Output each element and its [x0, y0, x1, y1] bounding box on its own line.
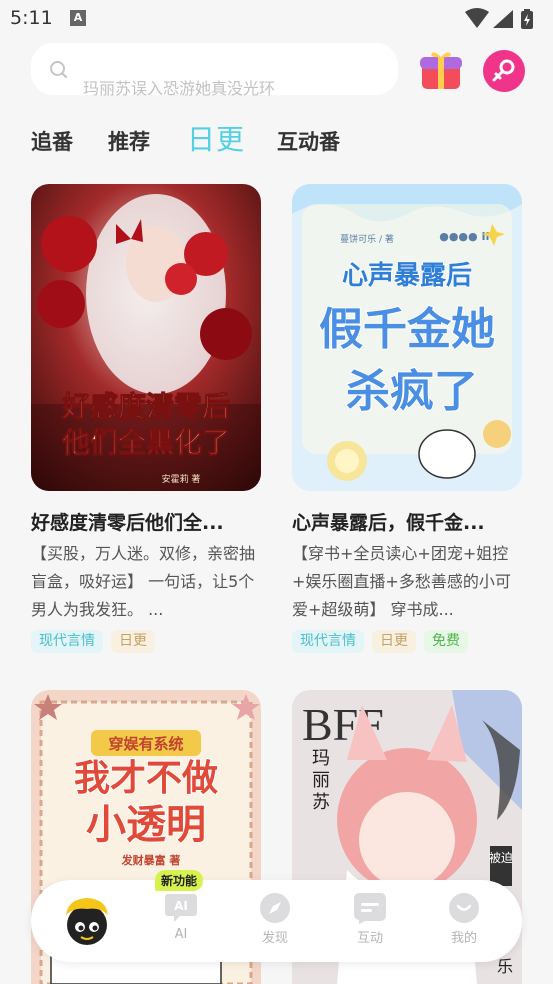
cover-status: ●●●● IN — [439, 230, 495, 243]
status-icons — [465, 8, 533, 29]
book-cover[interactable]: 蔓饼可乐 / 著 ●●●● IN 心声暴露后 假千金她 杀疯了 — [292, 184, 522, 491]
status-time: 5:11 — [10, 7, 53, 29]
cover-title-line-1: 我才不做 — [74, 758, 218, 799]
tag-genre: 现代言情 — [292, 630, 364, 653]
book-description: 【穿书+全员读心+团宠+姐控+娱乐圈直播+多愁善感的小可爱+超级萌】 穿书成..… — [292, 544, 511, 619]
tab-interactive[interactable]: 互动番 — [277, 126, 340, 156]
nav-ai[interactable]: AI AI — [146, 892, 216, 942]
profile-icon[interactable] — [483, 50, 525, 92]
cover-title-line-3: 杀疯了 — [346, 366, 478, 417]
book-cover[interactable]: 好感度清零后 他们全黑化了 安霍莉 著 — [31, 184, 261, 491]
book-title[interactable]: 好感度清零后他们全... — [31, 508, 261, 535]
book-card[interactable]: 好感度清零后 他们全黑化了 安霍莉 著 好感度清零后他们全... 【买股，万人迷… — [31, 184, 261, 664]
cover-side-text-2: 乐 — [497, 957, 513, 976]
tab-follow[interactable]: 追番 — [31, 126, 73, 156]
cover-art: 好感度清零后 他们全黑化了 安霍莉 著 — [31, 184, 261, 491]
cover-title-line-1: 心声暴露后 — [342, 261, 472, 291]
user-icon — [492, 59, 515, 82]
cover-title-line-2: 假千金她 — [319, 304, 495, 355]
nav-ai-label: AI — [174, 927, 188, 942]
book-title[interactable]: 心声暴露后，假千金... — [292, 508, 522, 535]
cover-side-text: 被迫 — [489, 851, 513, 865]
tab-daily[interactable]: 日更 — [187, 118, 245, 158]
discover-icon — [260, 893, 290, 923]
me-icon — [449, 893, 479, 923]
battery-icon — [521, 9, 533, 29]
tab-recommend[interactable]: 推荐 — [108, 126, 150, 156]
cover-title-line-2: 小透明 — [86, 802, 206, 848]
signal-icon — [493, 10, 513, 28]
search-placeholder: 玛丽苏误入恐游她真没光环 — [83, 79, 276, 98]
search-icon — [50, 61, 67, 78]
cover-author: 蔓饼可乐 / 著 — [340, 233, 394, 245]
cover-art: 蔓饼可乐 / 著 ●●●● IN 心声暴露后 假千金她 杀疯了 — [292, 184, 522, 491]
nav-discover-label: 发现 — [261, 931, 288, 946]
tag-daily: 日更 — [111, 630, 155, 653]
notification-icon: A — [70, 10, 86, 26]
cover-title-char-2: 丽 — [312, 770, 330, 791]
nav-me[interactable]: 我的 — [429, 892, 499, 946]
book-card[interactable]: 蔓饼可乐 / 著 ●●●● IN 心声暴露后 假千金她 杀疯了 心声暴露后，假千… — [292, 184, 522, 664]
nav-interact-label: 互动 — [356, 931, 383, 946]
new-feature-badge: 新功能 — [155, 870, 204, 891]
tag-daily: 日更 — [372, 630, 416, 653]
cover-title-line-1: 好感度清零后 — [61, 391, 230, 423]
nav-interact[interactable]: 互动 — [335, 892, 405, 946]
nav-me-label: 我的 — [450, 931, 477, 946]
cover-title-char-1: 玛 — [312, 748, 330, 769]
interact-icon — [354, 893, 386, 924]
wifi-icon — [465, 8, 489, 28]
status-bar: 5:11 A — [0, 0, 553, 38]
nav-discover[interactable]: 发现 — [240, 892, 310, 946]
book-tags: 现代言情 日更 免费 — [292, 630, 476, 654]
cover-author: 安霍莉 著 — [162, 473, 201, 485]
ai-icon: AI — [165, 894, 197, 922]
mascot-icon[interactable] — [60, 895, 114, 947]
svg-text:AI: AI — [174, 899, 188, 913]
cover-title-line-2: 他们全黑化了 — [61, 426, 230, 459]
cover-tagline: 穿娱有系统 — [108, 735, 183, 753]
cover-author: 发财暴富 著 — [121, 853, 181, 867]
cover-title-char-3: 苏 — [312, 792, 330, 813]
gift-icon[interactable] — [419, 49, 463, 91]
search-bar[interactable]: 玛丽苏误入恐游她真没光环 — [31, 43, 398, 98]
tag-genre: 现代言情 — [31, 630, 103, 653]
book-tags: 现代言情 日更 — [31, 630, 163, 654]
book-description: 【买股，万人迷。双修，亲密抽盲盒，吸好运】 一句话，让5个男人为我发狂。 ... — [31, 544, 256, 619]
tag-free: 免费 — [424, 630, 468, 653]
